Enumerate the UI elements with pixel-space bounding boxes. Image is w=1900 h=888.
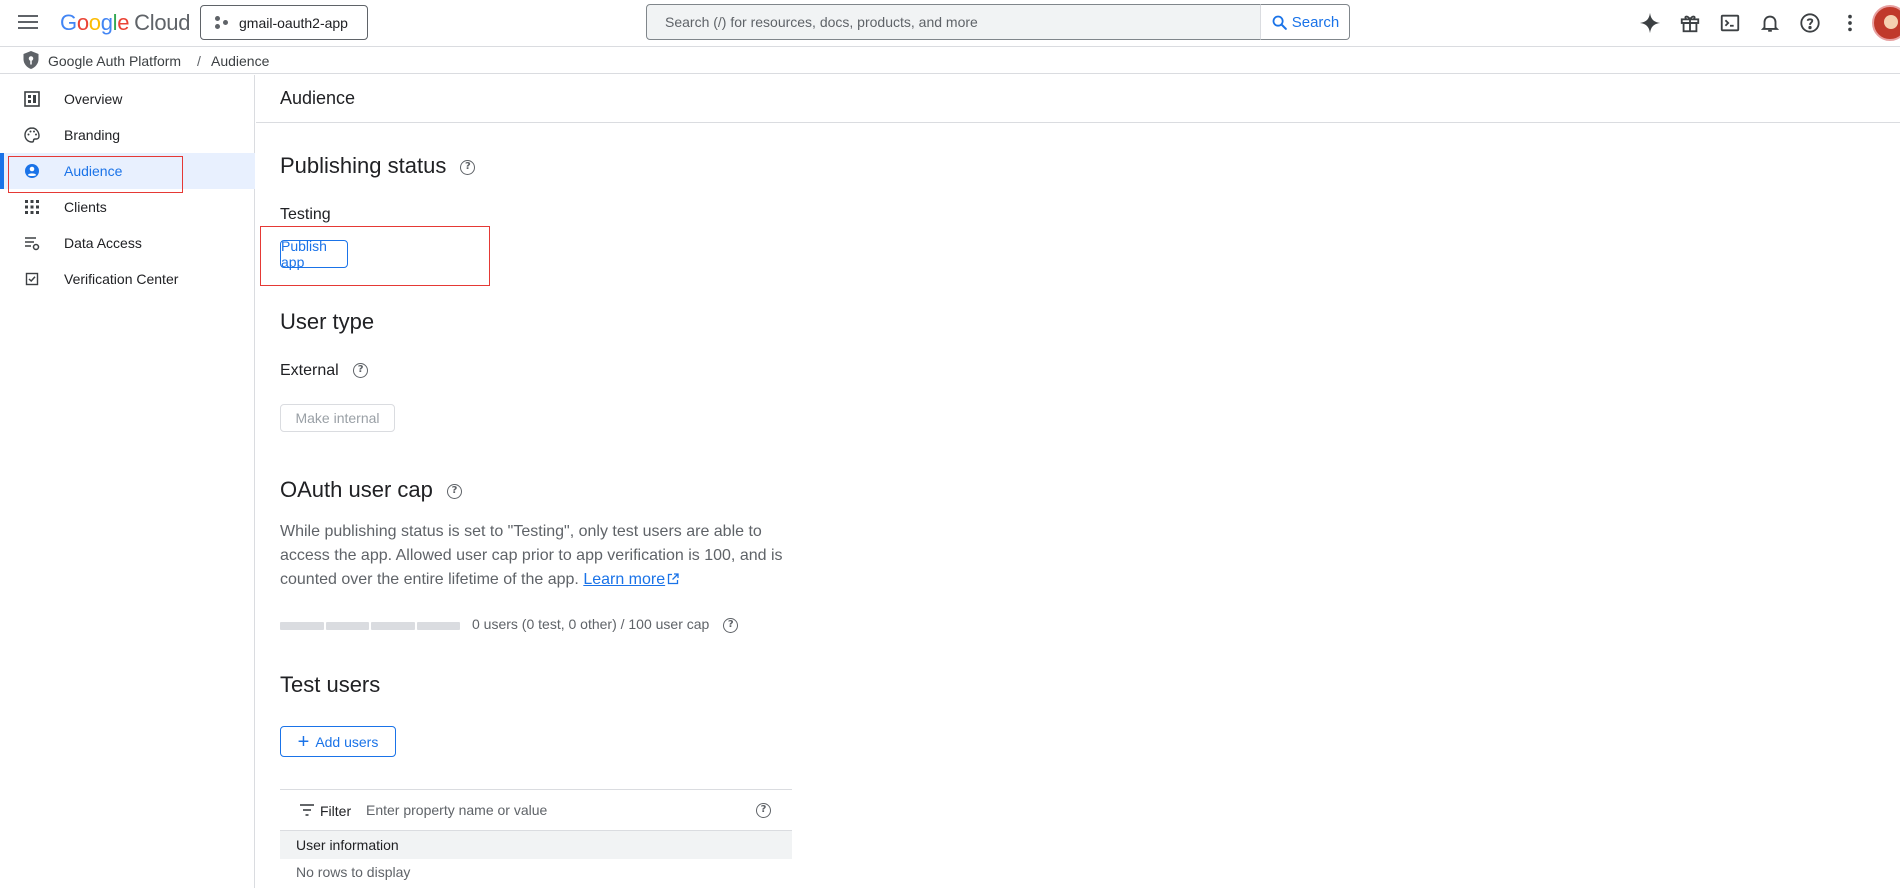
help-icon[interactable]: ? [447,483,462,499]
title-divider [256,122,1900,123]
person-circle-icon [25,164,39,178]
top-bar: Google Cloud gmail-oauth2-app Search [0,0,1900,45]
more-vert-icon[interactable] [1830,10,1870,36]
breadcrumb-current: Audience [211,53,270,69]
dashboard-icon [24,91,40,107]
data-settings-icon [25,237,40,251]
palette-icon [24,127,40,143]
breadcrumb-separator: / [197,53,201,69]
user-type-value: External ? [280,362,369,380]
learn-more-link[interactable]: Learn more [583,571,665,588]
make-internal-button[interactable]: Make internal [280,404,395,432]
add-icon: + [297,730,310,753]
sidebar-item-label: Clients [64,199,107,215]
breadcrumb: Google Auth Platform / Audience [0,46,1900,74]
sidebar-item-branding[interactable]: Branding [0,117,255,153]
page-title: Audience [280,88,356,108]
help-icon[interactable]: ? [353,363,369,379]
user-type-heading: User type [280,309,375,334]
test-users-heading: Test users [280,672,381,697]
sidebar-item-clients[interactable]: Clients [0,189,255,225]
project-icon [215,15,229,30]
gemini-icon[interactable] [1630,10,1670,36]
search-input[interactable] [665,14,1260,30]
help-icon[interactable] [1790,10,1830,36]
filter-label: Filter [320,803,352,819]
sidebar-item-verification-center[interactable]: Verification Center [0,261,255,297]
shield-icon [23,51,39,69]
empty-table-message: No rows to display [296,864,411,880]
column-header-user-information[interactable]: User information [296,837,399,853]
user-cap-progress-bar [280,622,460,630]
verified-checkbox-icon [25,272,39,286]
breadcrumb-root[interactable]: Google Auth Platform [48,53,181,69]
sidebar: Overview Branding Audience Clients Data … [0,75,255,888]
project-picker-button[interactable]: gmail-oauth2-app [200,5,368,40]
help-icon[interactable]: ? [756,803,771,818]
project-name: gmail-oauth2-app [239,14,348,31]
filter-icon [300,804,314,816]
filter-bar: Filter ? [280,789,792,831]
filter-input[interactable] [366,799,746,821]
oauth-user-cap-heading: OAuth user cap ? [280,477,462,503]
external-link-icon [667,573,679,585]
sidebar-item-overview[interactable]: Overview [0,81,255,117]
main-menu-icon[interactable] [16,12,40,32]
gift-icon[interactable] [1670,10,1710,36]
sidebar-item-audience[interactable]: Audience [0,153,255,189]
publishing-status-value: Testing [280,206,331,223]
cloud-shell-icon[interactable] [1710,10,1750,36]
help-icon[interactable]: ? [723,617,739,633]
sidebar-item-label: Branding [64,127,121,143]
apps-grid-icon [25,200,39,214]
search-button[interactable]: Search [1260,4,1350,40]
publish-app-button[interactable]: Publish app [280,238,348,270]
oauth-cap-description: While publishing status is set to "Testi… [280,523,783,588]
add-users-button[interactable]: + Add users [280,726,396,757]
notifications-icon[interactable] [1750,10,1790,36]
sidebar-item-label: Overview [64,91,123,107]
table-header: User information [280,831,792,859]
search-field[interactable] [646,4,1261,40]
sidebar-item-label: Verification Center [64,271,179,287]
avatar[interactable] [1872,5,1900,41]
search-icon [1272,15,1287,30]
google-cloud-logo[interactable]: Google Cloud [60,10,190,36]
sidebar-item-label: Data Access [64,235,142,251]
sidebar-item-label: Audience [64,163,123,179]
search-button-label: Search [1291,13,1340,31]
help-icon[interactable]: ? [460,159,476,175]
user-cap-progress-label: 0 users (0 test, 0 other) / 100 user cap… [472,616,739,633]
sidebar-item-data-access[interactable]: Data Access [0,225,255,261]
publishing-status-heading: Publishing status ? [280,153,476,179]
